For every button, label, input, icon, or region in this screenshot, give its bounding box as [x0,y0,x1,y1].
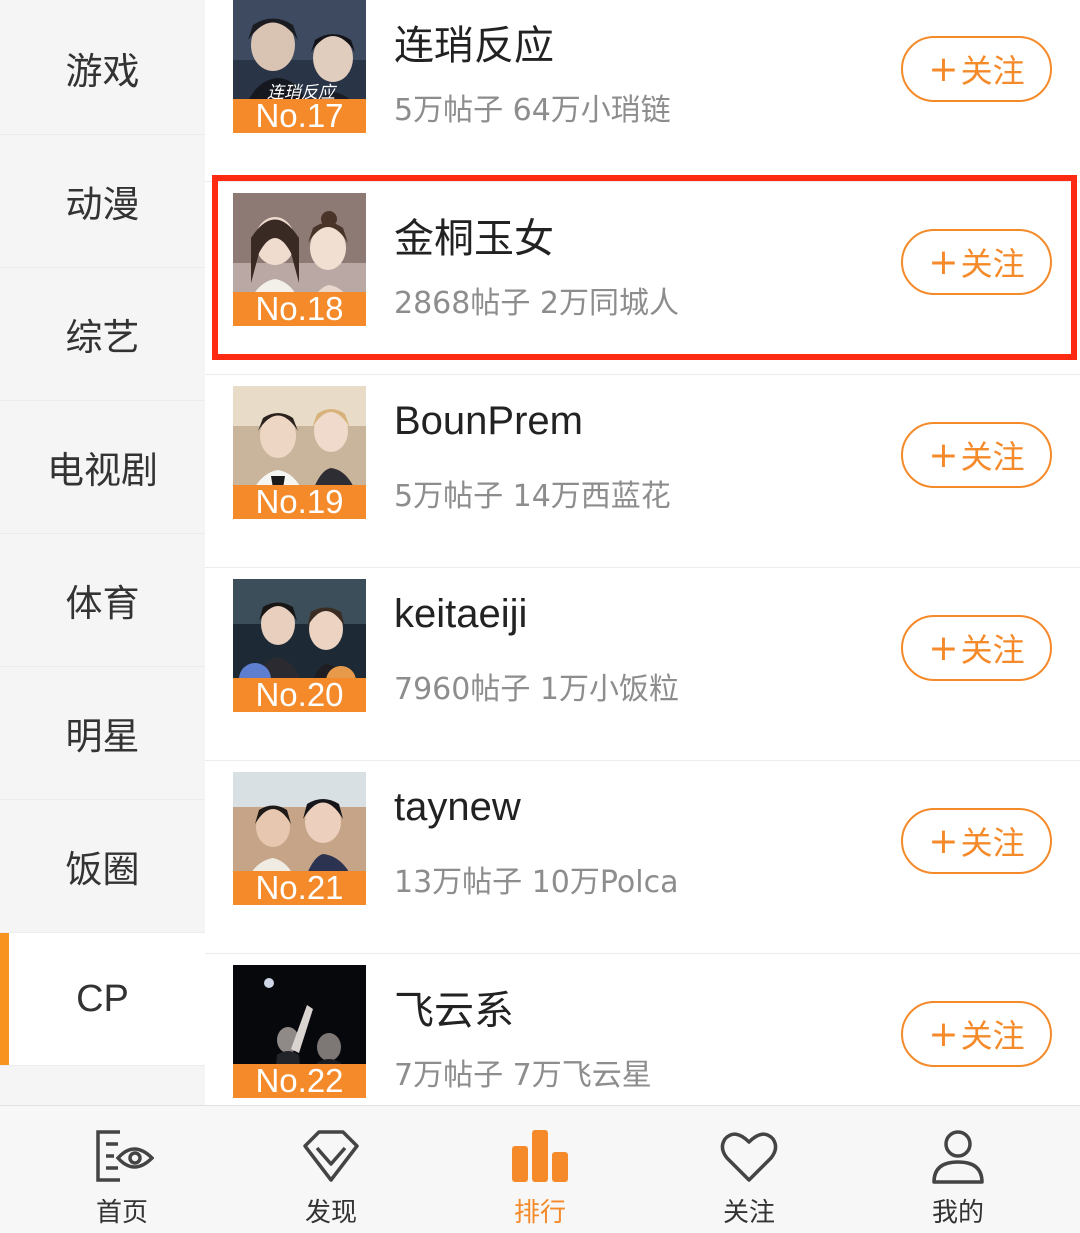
follow-button[interactable]: + 关注 [901,1001,1052,1067]
nav-discover[interactable]: 发现 [223,1106,439,1233]
sidebar-item-fandom[interactable]: 饭圈 [0,800,205,933]
home-eye-icon [96,1130,154,1182]
list-item[interactable]: No.19 BounPrem 5万帖子 14万西蓝花 + 关注 [205,375,1080,568]
list-item[interactable]: No.18 金桐玉女 2868帖子 2万同城人 + 关注 [205,182,1080,375]
rank-badge: No.18 [233,292,366,326]
topic-stats: 13万帖子 10万Polca [394,865,679,900]
heart-icon [720,1132,778,1182]
topic-stats: 2868帖子 2万同城人 [394,286,679,321]
sidebar-item-label: 体育 [65,582,140,625]
topic-name[interactable]: 金桐玉女 [394,206,554,264]
cover-image: No.20 [233,579,366,712]
rank-badge: No.17 [233,99,366,133]
topic-name[interactable]: 连琑反应 [394,13,554,71]
topic-name[interactable]: BounPrem [394,399,583,444]
ranking-bars-icon [512,1130,568,1182]
follow-label: 关注 [960,52,1025,90]
sidebar-item-cp[interactable]: CP [0,933,205,1066]
rank-badge: No.20 [233,678,366,712]
follow-label: 关注 [960,438,1025,476]
sidebar-item-label: 动漫 [65,183,140,226]
follow-button[interactable]: + 关注 [901,808,1052,874]
sidebar-item-stars[interactable]: 明星 [0,667,205,800]
nav-me[interactable]: 我的 [850,1106,1066,1233]
follow-button[interactable]: + 关注 [901,36,1052,102]
list-item[interactable]: 连琑反应 No.17 连琑反应 5万帖子 64万小琑链 + 关注 [205,0,1080,182]
plus-icon: + [928,627,959,669]
list-item[interactable]: No.21 taynew 13万帖子 10万Polca + 关注 [205,761,1080,954]
topic-stats: 5万帖子 14万西蓝花 [394,479,671,514]
follow-label: 关注 [960,824,1025,862]
list-item[interactable]: No.20 keitaeiji 7960帖子 1万小饭粒 + 关注 [205,568,1080,761]
topic-stats: 7960帖子 1万小饭粒 [394,672,679,707]
follow-label: 关注 [960,631,1025,669]
sidebar-item-label: CP [76,977,129,1020]
nav-label: 发现 [304,1198,357,1228]
sidebar-item-anime[interactable]: 动漫 [0,135,205,268]
cover-image: No.19 [233,386,366,519]
sidebar-item-tv-drama[interactable]: 电视剧 [0,401,205,534]
topic-name[interactable]: 飞云系 [394,978,514,1036]
follow-label: 关注 [960,245,1025,283]
sidebar-item-label: 饭圈 [65,848,140,891]
cover-image: No.22 [233,965,366,1098]
rank-badge: No.22 [233,1064,366,1098]
plus-icon: + [928,48,959,90]
sidebar-item-games[interactable]: 游戏 [0,2,205,135]
cover-image: 连琑反应 No.17 [233,0,366,133]
topic-stats: 5万帖子 64万小琑链 [394,93,671,128]
nav-label: 我的 [931,1198,984,1228]
plus-icon: + [928,434,959,476]
ranking-list: 连琑反应 No.17 连琑反应 5万帖子 64万小琑链 + 关注 No.18 金… [205,0,1080,1105]
diamond-icon [303,1130,359,1182]
follow-button[interactable]: + 关注 [901,615,1052,681]
sidebar-item-label: 明星 [65,715,140,758]
sidebar-item-label: 游戏 [65,50,140,93]
nav-label: 关注 [722,1198,775,1228]
category-sidebar: 游戏 动漫 综艺 电视剧 体育 明星 饭圈 CP [0,0,205,1105]
cover-image: No.21 [233,772,366,905]
topic-name[interactable]: keitaeiji [394,592,527,637]
nav-follow[interactable]: 关注 [641,1106,857,1233]
nav-label: 首页 [95,1198,148,1228]
plus-icon: + [928,241,959,283]
topic-name[interactable]: taynew [394,785,521,830]
list-item[interactable]: No.22 飞云系 7万帖子 7万飞云星 + 关注 [205,954,1080,1105]
nav-label: 排行 [513,1198,566,1228]
sidebar-item-sports[interactable]: 体育 [0,534,205,667]
topic-stats: 7万帖子 7万飞云星 [394,1058,652,1093]
sidebar-item-label: 电视剧 [47,449,158,492]
nav-ranking[interactable]: 排行 [432,1106,648,1233]
plus-icon: + [928,1013,959,1055]
follow-label: 关注 [960,1017,1025,1055]
sidebar-item-variety[interactable]: 综艺 [0,268,205,401]
cover-image: No.18 [233,193,366,326]
plus-icon: + [928,820,959,862]
follow-button[interactable]: + 关注 [901,422,1052,488]
rank-badge: No.21 [233,871,366,905]
bottom-nav: 首页 发现 排行 关注 我的 [0,1105,1080,1233]
nav-home[interactable]: 首页 [14,1106,230,1233]
follow-button[interactable]: + 关注 [901,229,1052,295]
user-icon [932,1130,984,1184]
sidebar-item-label: 综艺 [65,316,140,359]
rank-badge: No.19 [233,485,366,519]
